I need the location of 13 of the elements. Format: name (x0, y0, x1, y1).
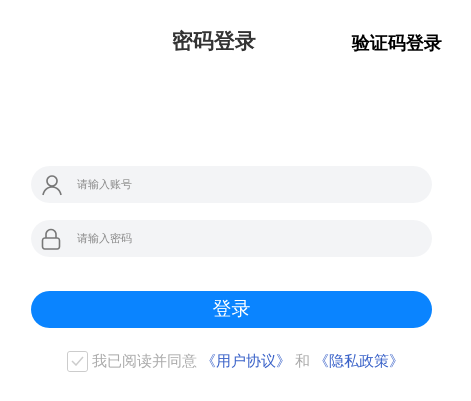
user-agreement-link[interactable]: 《用户协议》 (201, 350, 291, 372)
privacy-policy-link[interactable]: 《隐私政策》 (314, 350, 404, 372)
login-button[interactable]: 登录 (31, 291, 432, 328)
lock-icon (41, 228, 61, 250)
agreement-text: 和 (295, 351, 310, 372)
user-icon (41, 174, 63, 196)
agreement-text: 我已阅读并同意 (92, 351, 197, 372)
account-field[interactable]: 请输入账号 (31, 166, 432, 203)
tab[interactable]: 验证码登录 (352, 30, 442, 57)
checkbox[interactable] (67, 350, 88, 372)
check-icon (71, 356, 84, 366)
password-field[interactable]: 请输入密码 (31, 220, 432, 257)
tab[interactable]: 密码登录 (172, 26, 256, 58)
